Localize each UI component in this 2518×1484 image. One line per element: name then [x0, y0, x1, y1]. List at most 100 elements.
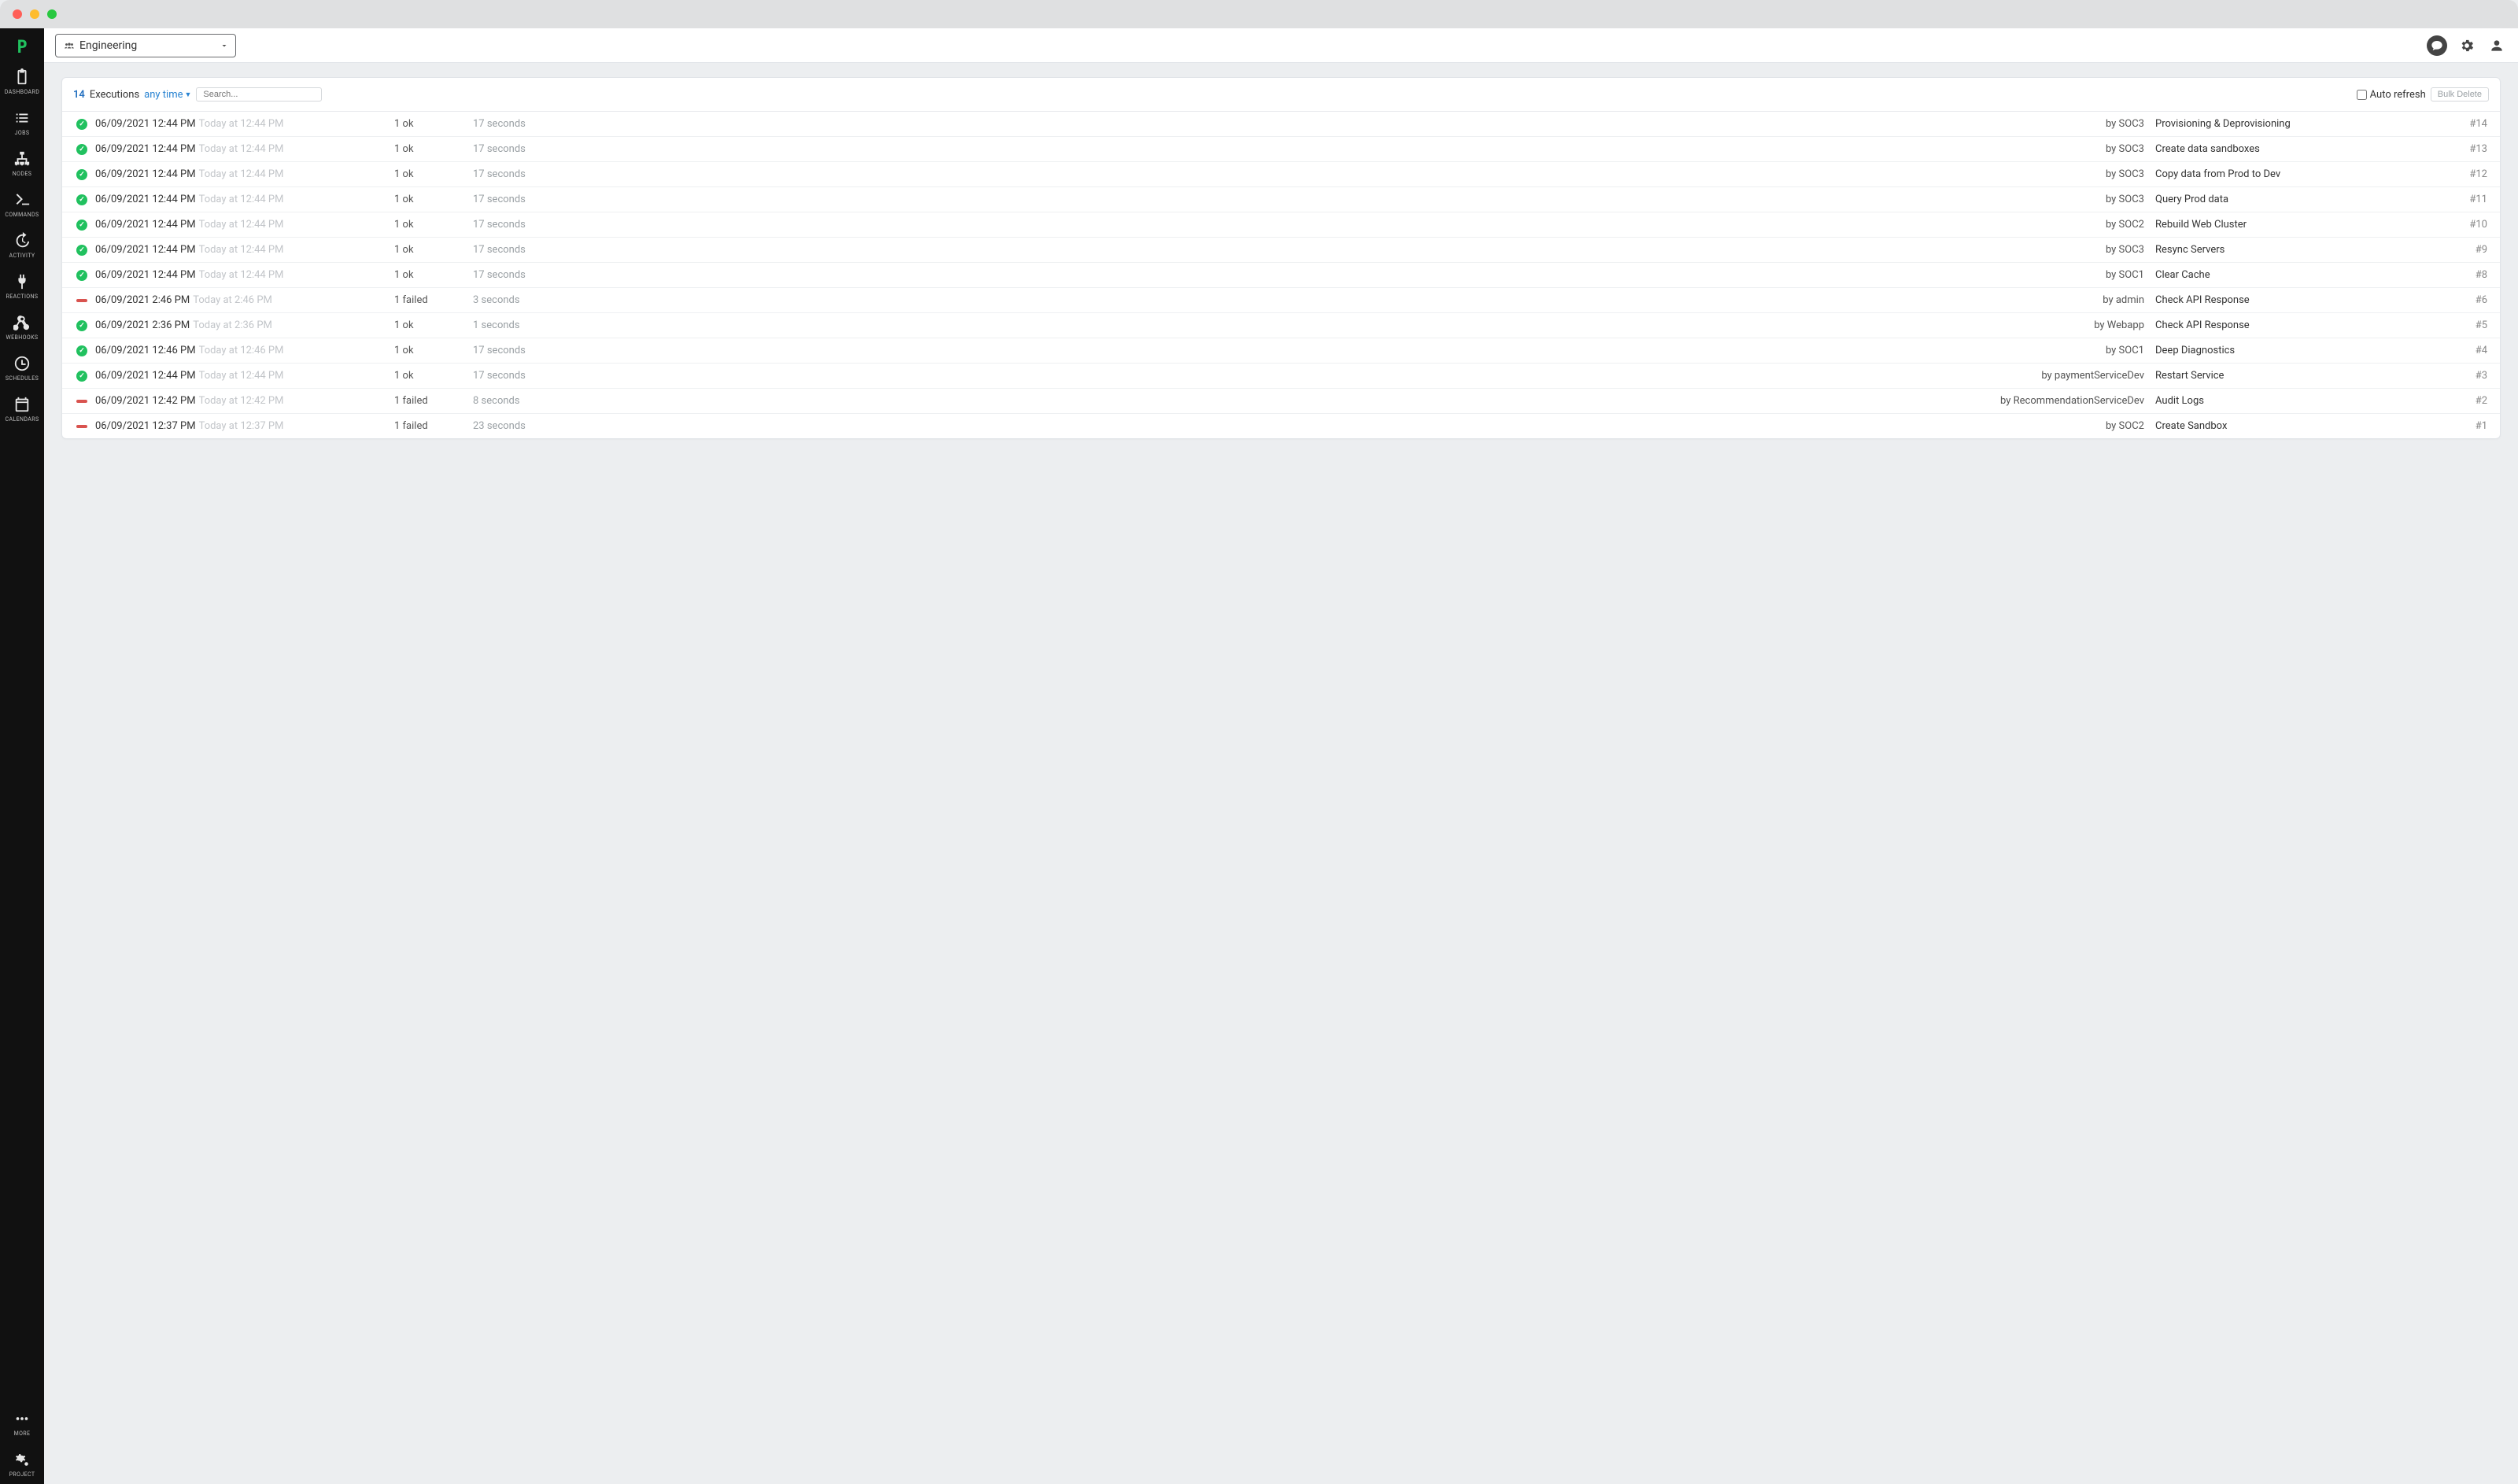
- execution-row[interactable]: 06/09/2021 2:36 PMToday at 2:36 PM1 ok1 …: [62, 313, 2500, 338]
- execution-time-relative: Today at 12:44 PM: [199, 118, 284, 130]
- clock-icon: [13, 355, 31, 372]
- nav-calendars[interactable]: CALENDARS: [0, 388, 44, 429]
- execution-duration: 8 seconds: [473, 395, 622, 407]
- execution-time: 06/09/2021 12:44 PMToday at 12:44 PM: [95, 219, 394, 231]
- status-ok-icon: [68, 245, 95, 256]
- nav-dashboard[interactable]: DASHBOARD: [0, 61, 44, 102]
- time-filter-link[interactable]: any time ▼: [144, 89, 191, 101]
- nav-schedules[interactable]: SCHEDULES: [0, 347, 44, 388]
- execution-summary: 1 ok: [394, 345, 473, 356]
- execution-time-absolute: 06/09/2021 12:46 PM: [95, 345, 196, 356]
- execution-user: by RecommendationServiceDev: [622, 395, 2155, 407]
- execution-time-absolute: 06/09/2021 2:46 PM: [95, 294, 190, 306]
- help-chat-button[interactable]: [2427, 35, 2447, 56]
- execution-row[interactable]: 06/09/2021 12:44 PMToday at 12:44 PM1 ok…: [62, 263, 2500, 288]
- execution-job: Restart Service: [2155, 370, 2446, 382]
- nav-more[interactable]: MORE: [0, 1402, 44, 1443]
- execution-job: Deep Diagnostics: [2155, 345, 2446, 356]
- execution-row[interactable]: 06/09/2021 12:44 PMToday at 12:44 PM1 ok…: [62, 187, 2500, 212]
- nav-label: DASHBOARD: [5, 89, 39, 95]
- status-ok-icon: [68, 345, 95, 356]
- execution-row[interactable]: 06/09/2021 12:44 PMToday at 12:44 PM1 ok…: [62, 212, 2500, 238]
- execution-summary: 1 ok: [394, 370, 473, 382]
- bulk-delete-button[interactable]: Bulk Delete: [2431, 87, 2489, 102]
- project-selector[interactable]: Engineering: [55, 34, 236, 57]
- execution-job: Rebuild Web Cluster: [2155, 219, 2446, 231]
- execution-job: Create Sandbox: [2155, 420, 2446, 432]
- plug-icon: [13, 273, 31, 290]
- execution-duration: 17 seconds: [473, 118, 622, 130]
- execution-time-absolute: 06/09/2021 12:42 PM: [95, 395, 196, 407]
- status-ok-icon: [68, 270, 95, 281]
- topbar: Engineering: [44, 28, 2518, 63]
- auto-refresh-toggle[interactable]: Auto refresh: [2357, 89, 2426, 101]
- chat-icon: [2431, 39, 2443, 52]
- execution-duration: 17 seconds: [473, 345, 622, 356]
- window-close-button[interactable]: [13, 9, 22, 19]
- execution-time-relative: Today at 12:44 PM: [199, 168, 284, 180]
- status-failed-icon: [68, 425, 95, 428]
- execution-job: Check API Response: [2155, 294, 2446, 306]
- execution-time-relative: Today at 12:42 PM: [199, 395, 284, 407]
- nav-commands[interactable]: COMMANDS: [0, 183, 44, 224]
- auto-refresh-checkbox[interactable]: [2357, 90, 2367, 100]
- execution-time-absolute: 06/09/2021 12:44 PM: [95, 168, 196, 180]
- execution-row[interactable]: 06/09/2021 12:42 PMToday at 12:42 PM1 fa…: [62, 389, 2500, 414]
- execution-time-absolute: 06/09/2021 12:44 PM: [95, 370, 196, 382]
- execution-time-absolute: 06/09/2021 12:44 PM: [95, 269, 196, 281]
- executions-label: Executions: [90, 89, 139, 101]
- execution-job: Audit Logs: [2155, 395, 2446, 407]
- execution-row[interactable]: 06/09/2021 12:44 PMToday at 12:44 PM1 ok…: [62, 238, 2500, 263]
- execution-row[interactable]: 06/09/2021 12:44 PMToday at 12:44 PM1 ok…: [62, 112, 2500, 137]
- execution-time: 06/09/2021 12:44 PMToday at 12:44 PM: [95, 370, 394, 382]
- execution-number: #9: [2446, 244, 2494, 256]
- execution-summary: 1 ok: [394, 118, 473, 130]
- nav-nodes[interactable]: NODES: [0, 142, 44, 183]
- execution-time: 06/09/2021 12:42 PMToday at 12:42 PM: [95, 395, 394, 407]
- execution-user: by SOC3: [622, 118, 2155, 130]
- execution-row[interactable]: 06/09/2021 12:44 PMToday at 12:44 PM1 ok…: [62, 364, 2500, 389]
- history-icon: [13, 232, 31, 249]
- status-ok-icon: [68, 144, 95, 155]
- execution-row[interactable]: 06/09/2021 12:37 PMToday at 12:37 PM1 fa…: [62, 414, 2500, 438]
- webhook-icon: [13, 314, 31, 331]
- app-logo[interactable]: P: [17, 38, 27, 57]
- status-ok-icon: [68, 320, 95, 331]
- window-zoom-button[interactable]: [47, 9, 57, 19]
- settings-button[interactable]: [2457, 35, 2477, 56]
- execution-row[interactable]: 06/09/2021 12:44 PMToday at 12:44 PM1 ok…: [62, 137, 2500, 162]
- execution-time-relative: Today at 12:44 PM: [199, 244, 284, 256]
- nav-jobs[interactable]: JOBS: [0, 102, 44, 142]
- auto-refresh-label: Auto refresh: [2370, 89, 2426, 101]
- nav-reactions[interactable]: REACTIONS: [0, 265, 44, 306]
- execution-row[interactable]: 06/09/2021 12:46 PMToday at 12:46 PM1 ok…: [62, 338, 2500, 364]
- execution-time-absolute: 06/09/2021 12:44 PM: [95, 143, 196, 155]
- execution-time: 06/09/2021 12:44 PMToday at 12:44 PM: [95, 168, 394, 180]
- execution-row[interactable]: 06/09/2021 12:44 PMToday at 12:44 PM1 ok…: [62, 162, 2500, 187]
- execution-number: #10: [2446, 219, 2494, 231]
- nav-activity[interactable]: ACTIVITY: [0, 224, 44, 265]
- window-minimize-button[interactable]: [30, 9, 39, 19]
- nav-webhooks[interactable]: WEBHOOKS: [0, 306, 44, 347]
- execution-time-relative: Today at 2:36 PM: [193, 319, 272, 331]
- nav-project-settings[interactable]: PROJECT: [0, 1443, 44, 1484]
- execution-row[interactable]: 06/09/2021 2:46 PMToday at 2:46 PM1 fail…: [62, 288, 2500, 313]
- execution-number: #11: [2446, 194, 2494, 205]
- user-menu-button[interactable]: [2487, 35, 2507, 56]
- execution-time: 06/09/2021 12:44 PMToday at 12:44 PM: [95, 269, 394, 281]
- status-failed-icon: [68, 299, 95, 302]
- execution-time-relative: Today at 12:37 PM: [199, 420, 284, 432]
- execution-job: Create data sandboxes: [2155, 143, 2446, 155]
- execution-duration: 17 seconds: [473, 219, 622, 231]
- execution-user: by Webapp: [622, 319, 2155, 331]
- nav-label: WEBHOOKS: [6, 334, 39, 341]
- execution-time-relative: Today at 12:44 PM: [199, 269, 284, 281]
- execution-duration: 17 seconds: [473, 194, 622, 205]
- execution-user: by admin: [622, 294, 2155, 306]
- search-input[interactable]: [196, 87, 322, 102]
- execution-time: 06/09/2021 12:37 PMToday at 12:37 PM: [95, 420, 394, 432]
- execution-time: 06/09/2021 12:44 PMToday at 12:44 PM: [95, 244, 394, 256]
- execution-summary: 1 failed: [394, 420, 473, 432]
- clipboard-icon: [13, 68, 31, 86]
- execution-job: Check API Response: [2155, 319, 2446, 331]
